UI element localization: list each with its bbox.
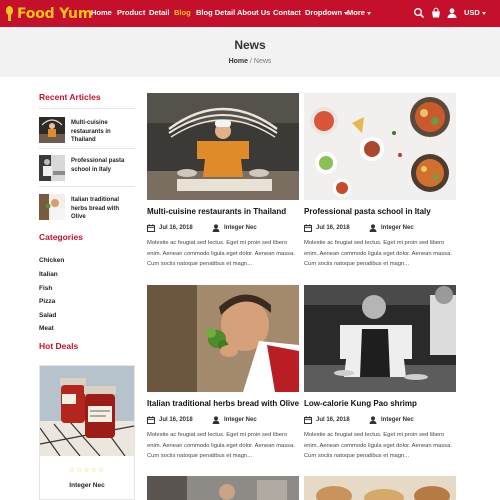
nav-blog-detail[interactable]: Blog Detail	[196, 8, 235, 17]
post-meta: Jul 16, 2018 Integer Nec	[147, 224, 299, 233]
recent-article-item[interactable]: Professional pasta school in Italy	[39, 155, 135, 181]
recent-article-thumbnail[interactable]	[39, 155, 65, 181]
post-author[interactable]: Integer Nec	[381, 225, 414, 231]
calendar-icon	[147, 416, 155, 424]
nav-contact[interactable]: Contact	[273, 8, 301, 17]
chevron-down-icon	[481, 11, 486, 15]
category-fish[interactable]: Fish	[39, 285, 52, 292]
torch-icon	[6, 6, 13, 21]
user-icon	[369, 416, 377, 424]
divider	[39, 186, 135, 187]
recent-article-item[interactable]: Italian traditional herbs bread with Oli…	[39, 194, 135, 220]
post-date: Jul 16, 2018	[159, 417, 193, 423]
nav-detail[interactable]: Detail	[149, 8, 169, 17]
cart-icon[interactable]	[430, 7, 442, 19]
post-date: Jul 16, 2018	[316, 225, 350, 231]
recent-articles-heading: Recent Articles	[39, 92, 101, 102]
hot-deal-name[interactable]: Integer Nec	[40, 482, 134, 489]
nav-about-us[interactable]: About Us	[237, 8, 270, 17]
breadcrumb-separator: /	[249, 58, 252, 65]
post-image[interactable]	[304, 476, 456, 500]
brand-name[interactable]: Food Yum	[17, 6, 92, 22]
post-image[interactable]	[304, 285, 456, 392]
post-excerpt: Molestie ac feugiat sed lectus. Eget mi …	[147, 432, 295, 459]
user-icon	[212, 416, 220, 424]
post-excerpt: Molestie ac feugiat sed lectus. Eget mi …	[304, 432, 452, 459]
post-meta: Jul 16, 2018 Integer Nec	[304, 416, 456, 425]
post-title[interactable]: Professional pasta school in Italy	[304, 207, 464, 216]
post-date: Jul 16, 2018	[316, 417, 350, 423]
search-icon[interactable]	[413, 7, 425, 19]
post-title[interactable]: Italian traditional herbs bread with Oli…	[147, 399, 307, 408]
post-excerpt: Molestie ac feugiat sed lectus. Eget mi …	[147, 240, 295, 267]
post-author[interactable]: Integer Nec	[224, 225, 257, 231]
post-image[interactable]	[147, 476, 299, 500]
post-meta: Jul 16, 2018 Integer Nec	[147, 416, 299, 425]
post-title[interactable]: Multi-cuisine restaurants in Thailand	[147, 207, 307, 216]
brand-logo[interactable]: Food Yum	[6, 4, 92, 23]
recent-article-title[interactable]: Multi-cuisine restaurants in Thailand	[71, 119, 135, 145]
nav-blog[interactable]: Blog	[174, 8, 191, 17]
post-date: Jul 16, 2018	[159, 225, 193, 231]
breadcrumb-home[interactable]: Home	[229, 58, 248, 65]
hot-deal-image[interactable]	[40, 366, 134, 456]
hot-deals-heading: Hot Deals	[39, 341, 79, 351]
category-meat[interactable]: Meat	[39, 325, 54, 332]
calendar-icon	[147, 224, 155, 232]
currency-selector[interactable]: USD	[464, 8, 486, 17]
breadcrumb-current: News	[253, 58, 272, 65]
nav-more-label: More	[347, 8, 365, 17]
post-image[interactable]	[304, 93, 456, 200]
breadcrumb: Home / News	[0, 58, 500, 65]
category-pizza[interactable]: Pizza	[39, 298, 55, 305]
nav-dropdown-label: Dropdown	[305, 8, 343, 17]
category-salad[interactable]: Salad	[39, 312, 56, 319]
rating-stars: ☆☆☆☆☆	[68, 467, 106, 474]
post-image[interactable]	[147, 93, 299, 200]
currency-label: USD	[464, 8, 480, 17]
category-chicken[interactable]: Chicken	[39, 257, 64, 264]
nav-product[interactable]: Product	[117, 8, 145, 17]
divider	[39, 148, 135, 149]
top-navbar: Food Yum Home Product Detail Blog Blog D…	[0, 0, 500, 27]
category-italian[interactable]: Italian	[39, 271, 58, 278]
post-author[interactable]: Integer Nec	[381, 417, 414, 423]
nav-dropdown[interactable]: Dropdown	[305, 8, 349, 17]
recent-article-thumbnail[interactable]	[39, 117, 65, 143]
user-icon	[212, 224, 220, 232]
chevron-down-icon	[366, 11, 371, 15]
user-icon	[369, 224, 377, 232]
user-icon[interactable]	[446, 7, 458, 19]
post-excerpt: Molestie ac feugiat sed lectus. Eget mi …	[304, 240, 452, 267]
recent-article-title[interactable]: Professional pasta school in Italy	[71, 157, 135, 174]
divider	[39, 108, 135, 109]
categories-heading: Categories	[39, 232, 83, 242]
recent-article-item[interactable]: Multi-cuisine restaurants in Thailand	[39, 117, 135, 143]
post-image[interactable]	[147, 285, 299, 392]
calendar-icon	[304, 416, 312, 424]
post-author[interactable]: Integer Nec	[224, 417, 257, 423]
calendar-icon	[304, 224, 312, 232]
page-header: News Home / News	[0, 27, 500, 77]
post-meta: Jul 16, 2018 Integer Nec	[304, 224, 456, 233]
recent-article-thumbnail[interactable]	[39, 194, 65, 220]
nav-more[interactable]: More	[347, 8, 371, 17]
page-title: News	[234, 38, 266, 52]
recent-article-title[interactable]: Italian traditional herbs bread with Oli…	[71, 196, 135, 222]
hot-deal-card[interactable]: ☆☆☆☆☆ Integer Nec	[39, 365, 135, 500]
post-title[interactable]: Low-calorie Kung Pao shrimp	[304, 399, 464, 408]
nav-home[interactable]: Home	[91, 8, 112, 17]
